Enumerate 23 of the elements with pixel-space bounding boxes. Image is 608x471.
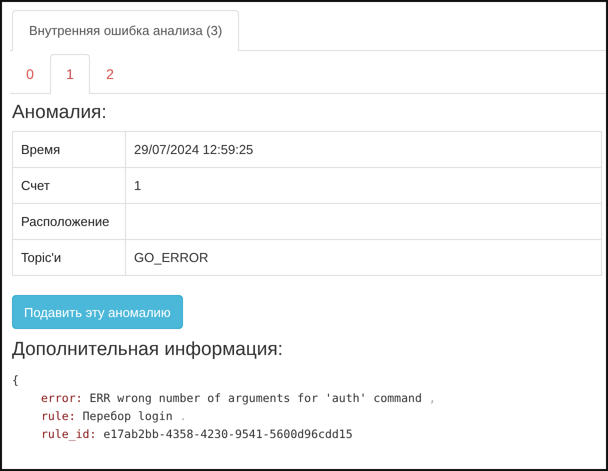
table-cell: 29/07/2024 12:59:25 [126, 132, 602, 168]
field-key: rule_id: [41, 427, 96, 441]
anomaly-tab[interactable]: 1 [50, 54, 90, 94]
section-tab[interactable]: Внутренняя ошибка анализа (3) [12, 10, 240, 51]
table-cell: Расположение [12, 204, 126, 240]
brace: { [12, 373, 19, 387]
field-value: ERR wrong number of arguments for 'auth' command [90, 391, 422, 405]
table-cell: 1 [126, 168, 602, 204]
separator: , [428, 391, 436, 405]
table-cell: Topic'и [12, 240, 126, 276]
anomaly-tab[interactable]: 2 [90, 54, 130, 94]
field-value: e17ab2bb-4358-4230-9541-5600d96cdd15 [103, 427, 353, 441]
field-key: error: [41, 391, 83, 405]
field-value: Перебор login [82, 409, 173, 423]
section-heading: Дополнительная информация: [12, 339, 284, 361]
suppress-button[interactable]: Подавить эту аномалию [12, 295, 183, 329]
anomaly-tab[interactable]: 0 [10, 54, 50, 94]
table-cell: Счет [12, 168, 126, 204]
field-key: rule: [41, 409, 76, 423]
separator: . [180, 409, 187, 423]
section-heading: Аномалия: [12, 102, 108, 124]
table-cell: GO_ERROR [126, 240, 602, 276]
table-cell: Время [12, 132, 126, 168]
